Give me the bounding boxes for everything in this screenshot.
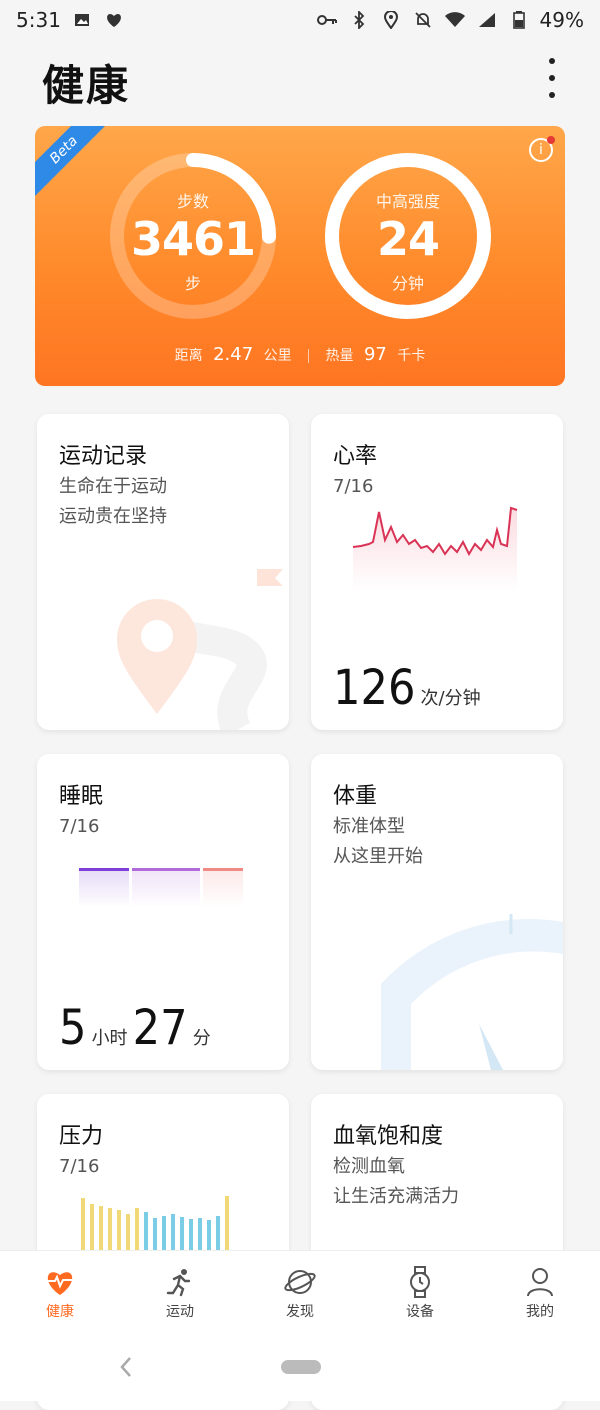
- deep-sleep-segment: [79, 868, 129, 908]
- status-bar: 5:31 49%: [0, 0, 600, 40]
- signal-icon: [476, 9, 498, 31]
- card-title: 血氧饱和度: [333, 1124, 444, 1149]
- nav-label: 健康: [46, 1304, 74, 1320]
- scale-gauge-icon: [381, 914, 563, 1070]
- stress-bars: [81, 1194, 229, 1254]
- steps-unit: 步: [184, 274, 201, 293]
- steps-label: 步数: [176, 192, 209, 211]
- hero-footer: 距离 2.47 公里 热量 97 千卡: [35, 344, 565, 365]
- heart-rate-card[interactable]: 心率 7/16 126 次/分钟: [311, 414, 563, 730]
- bottom-nav: 健康 运动 发现 设备 我的: [0, 1250, 600, 1335]
- distance-value: 2.47: [213, 344, 254, 365]
- nav-item-exercise[interactable]: 运动: [140, 1265, 220, 1321]
- exercise-record-card[interactable]: 运动记录 生命在于运动 运动贵在坚持: [37, 414, 289, 730]
- distance-unit: 公里: [263, 348, 292, 364]
- card-title: 运动记录: [59, 444, 148, 469]
- intensity-unit: 分钟: [391, 274, 424, 293]
- home-pill-icon[interactable]: [281, 1360, 321, 1374]
- menu-dot-icon: [549, 92, 555, 98]
- runner-icon: [163, 1265, 197, 1299]
- menu-dot-icon: [549, 58, 555, 64]
- card-subtitle: 标准体型 从这里开始: [333, 812, 423, 872]
- status-time: 5:31: [16, 8, 61, 32]
- card-title: 睡眠: [59, 784, 104, 809]
- footer-divider: [308, 349, 310, 363]
- subtitle-line: 让生活充满活力: [333, 1186, 459, 1207]
- menu-dot-icon: [549, 75, 555, 81]
- sleep-minutes-unit: 分: [192, 1028, 211, 1049]
- calorie-unit: 千卡: [397, 348, 426, 364]
- activity-summary-card[interactable]: Beta i 步数 3461 步 中高强度 24 分钟 距离 2.47 公里 热…: [35, 126, 565, 386]
- planet-icon: [283, 1265, 317, 1299]
- nav-label: 设备: [406, 1304, 434, 1320]
- location-icon: [380, 9, 402, 31]
- heart-rate-value: 126: [333, 660, 416, 716]
- card-title: 体重: [333, 784, 378, 809]
- light-sleep-segment: [132, 868, 200, 908]
- header: 健康: [0, 40, 600, 120]
- more-menu-button[interactable]: [542, 58, 562, 98]
- heart-rate-reading: 126 次/分钟: [333, 660, 481, 716]
- nav-label: 发现: [286, 1304, 314, 1320]
- route-illustration-icon: [117, 569, 283, 730]
- sleep-hours: 5: [59, 1000, 87, 1056]
- card-title: 心率: [333, 444, 378, 469]
- card-date: 7/16: [333, 476, 374, 497]
- sleep-card[interactable]: 睡眠 7/16 5 小时 27 分: [37, 754, 289, 1070]
- system-nav-bar: [0, 1334, 600, 1401]
- card-date: 7/16: [59, 816, 100, 837]
- steps-ring[interactable]: 步数 3461 步: [103, 146, 283, 326]
- steps-value: 3461: [130, 212, 256, 266]
- heart-rate-graph: [352, 506, 518, 592]
- card-subtitle: 检测血氧 让生活充满活力: [333, 1152, 459, 1212]
- person-icon: [523, 1265, 557, 1299]
- nav-item-discover[interactable]: 发现: [260, 1265, 340, 1321]
- nav-item-me[interactable]: 我的: [500, 1265, 580, 1321]
- intensity-label: 中高强度: [375, 192, 440, 211]
- card-date: 7/16: [59, 1156, 100, 1177]
- sleep-stage-bar: [79, 868, 243, 908]
- card-title: 压力: [59, 1124, 104, 1149]
- weight-card[interactable]: 体重 标准体型 从这里开始: [311, 754, 563, 1070]
- subtitle-line: 生命在于运动: [59, 476, 167, 497]
- subtitle-line: 运动贵在坚持: [59, 506, 167, 527]
- subtitle-line: 检测血氧: [333, 1156, 405, 1177]
- health-heart-icon: [103, 9, 125, 31]
- nav-item-health[interactable]: 健康: [20, 1265, 100, 1321]
- intensity-ring[interactable]: 中高强度 24 分钟: [318, 146, 498, 326]
- nav-label: 我的: [526, 1304, 554, 1320]
- page-title: 健康: [42, 61, 131, 110]
- subtitle-line: 标准体型: [333, 816, 405, 837]
- nav-label: 运动: [166, 1304, 194, 1320]
- image-icon: [71, 9, 93, 31]
- battery-percent: 49%: [539, 8, 584, 32]
- sleep-hours-unit: 小时: [91, 1028, 128, 1049]
- intensity-value: 24: [376, 212, 440, 266]
- mute-icon: [412, 9, 434, 31]
- card-subtitle: 生命在于运动 运动贵在坚持: [59, 472, 167, 532]
- beta-badge: Beta: [35, 126, 112, 198]
- subtitle-line: 从这里开始: [333, 846, 423, 867]
- distance-label: 距离: [174, 348, 203, 364]
- calorie-value: 97: [363, 344, 387, 365]
- nav-item-devices[interactable]: 设备: [380, 1265, 460, 1321]
- battery-icon: [508, 9, 530, 31]
- heart-rate-unit: 次/分钟: [420, 688, 481, 709]
- wifi-icon: [444, 9, 466, 31]
- heart-icon: [43, 1265, 77, 1299]
- sleep-duration: 5 小时 27 分: [59, 1000, 211, 1056]
- bluetooth-icon: [348, 9, 370, 31]
- notification-dot: [547, 136, 555, 144]
- watch-icon: [403, 1265, 437, 1299]
- back-icon[interactable]: [118, 1356, 134, 1382]
- calorie-label: 热量: [325, 348, 354, 364]
- awake-segment: [203, 868, 243, 908]
- sleep-minutes: 27: [132, 1000, 188, 1056]
- key-icon: [316, 9, 338, 31]
